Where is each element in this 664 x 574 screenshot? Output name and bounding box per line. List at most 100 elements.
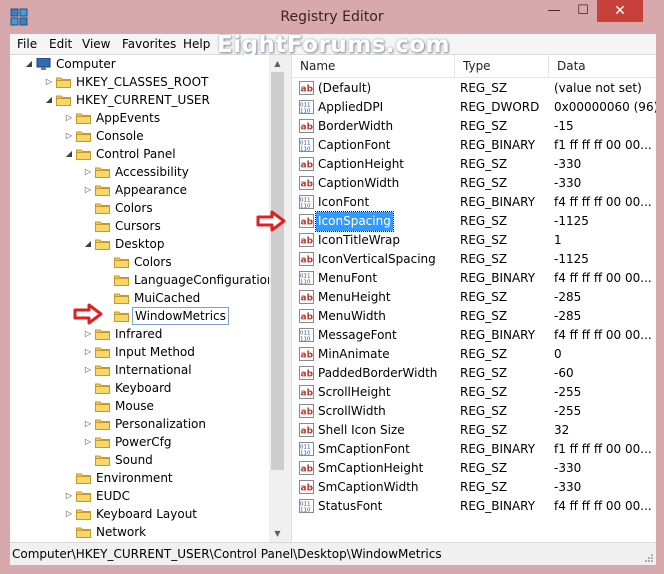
tree-node-label[interactable]: HKEY_CLASSES_ROOT [74,73,210,91]
tree-node-label[interactable]: Sound [113,451,155,469]
value-name: (Default) [318,81,372,95]
expand-chevron-icon[interactable]: ▷ [64,109,74,127]
tree-node-label[interactable]: PowerCfg [113,433,174,451]
tree-node-label[interactable]: Computer [54,55,118,73]
red-arrow-tree-icon [73,303,103,325]
expand-chevron-icon[interactable]: ▷ [64,505,74,523]
value-type: REG_BINARY [460,442,536,456]
collapse-chevron-icon[interactable]: ◢ [44,91,54,109]
column-type-header[interactable]: Type [455,55,549,77]
menu-help[interactable]: Help [183,37,210,51]
tree-node-label[interactable]: Cursors [113,217,163,235]
column-data-header[interactable]: Data [549,55,656,77]
value-row[interactable]: 011 110 SmCaptionFont REG_BINARY f1 ff ff ff… [292,440,656,459]
svg-text:110: 110 [300,109,311,115]
tree-scrollbar[interactable]: ▲ ▼ [269,55,286,542]
collapse-chevron-icon[interactable]: ◢ [64,145,74,163]
menu-favorites[interactable]: Favorites [122,37,176,51]
maximize-button[interactable]: ☐ [569,0,597,22]
value-row[interactable]: 011 110 StatusFont REG_BINARY f4 ff ff ff 00… [292,497,656,516]
tree-node-label[interactable]: Network [94,523,148,541]
value-row[interactable]: ab MenuWidth REG_SZ -285 [292,307,656,326]
value-data: f4 ff ff ff 00 00... [554,271,652,285]
value-row[interactable]: ab IconVerticalSpacing REG_SZ -1125 [292,250,656,269]
expand-chevron-icon[interactable]: ▷ [64,127,74,145]
value-row[interactable]: ab CaptionHeight REG_SZ -330 [292,155,656,174]
value-data: -330 [554,461,582,475]
value-row[interactable]: ab MenuHeight REG_SZ -285 [292,288,656,307]
tree-node-label[interactable]: Environment [94,469,175,487]
expand-chevron-icon[interactable]: ▷ [83,343,93,361]
value-row[interactable]: ab IconSpacing REG_SZ -1125 [292,211,656,232]
value-row[interactable]: ab Shell Icon Size REG_SZ 32 [292,421,656,440]
column-name-header[interactable]: Name [292,55,455,77]
tree-node-label[interactable]: Accessibility [113,163,191,181]
key-tree[interactable]: ◢ Computer ▷ HKEY_CLASSES_ROOT ◢ HKEY_CURRENT… [10,55,269,542]
collapse-chevron-icon[interactable]: ◢ [83,235,93,253]
value-row[interactable]: ab ScrollHeight REG_SZ -255 [292,383,656,402]
expand-chevron-icon[interactable]: ▷ [44,73,54,91]
tree-node-label[interactable]: Input Method [113,343,197,361]
expand-chevron-icon[interactable]: ▷ [83,361,93,379]
minimize-button[interactable]: — [540,0,568,22]
expand-chevron-icon[interactable]: ▷ [83,325,93,343]
tree-node-label[interactable]: Keyboard [113,379,173,397]
expand-chevron-icon[interactable]: ▷ [83,181,93,199]
value-row[interactable]: 011 110 AppliedDPI REG_DWORD 0x00000060 (96) [292,98,656,117]
value-row[interactable]: 011 110 IconFont REG_BINARY f4 ff ff ff 00 0… [292,193,656,212]
scroll-down-icon[interactable]: ▼ [269,525,286,542]
menu-edit[interactable]: Edit [49,37,72,51]
expand-chevron-icon[interactable]: ▷ [83,415,93,433]
tree-node-label[interactable]: LanguageConfiguration [132,271,269,289]
scroll-up-icon[interactable]: ▲ [269,55,286,72]
value-name: SmCaptionHeight [318,461,424,475]
value-type: REG_DWORD [460,100,540,114]
value-row[interactable]: 011 110 CaptionFont REG_BINARY f1 ff ff ff 0… [292,136,656,155]
tree-node-label[interactable]: Infrared [113,325,164,343]
value-row[interactable]: ab BorderWidth REG_SZ -15 [292,117,656,136]
tree-node-label[interactable]: Desktop [113,235,167,253]
tree-node-label[interactable]: Control Panel [94,145,178,163]
svg-text:ab: ab [301,161,314,171]
menu-view[interactable]: View [82,37,110,51]
value-row[interactable]: ab PaddedBorderWidth REG_SZ -60 [292,364,656,383]
tree-node-label[interactable]: HKEY_CURRENT_USER [74,91,212,109]
tree-node-label[interactable]: WindowMetrics [132,307,229,325]
menu-file[interactable]: File [17,37,37,51]
value-type: REG_BINARY [460,138,536,152]
scroll-thumb[interactable] [271,72,284,470]
value-row[interactable]: ab IconTitleWrap REG_SZ 1 [292,231,656,250]
value-type: REG_SZ [460,290,508,304]
tree-node-label[interactable]: Colors [132,253,174,271]
svg-text:ab: ab [301,427,314,437]
value-row[interactable]: 011 110 MessageFont REG_BINARY f4 ff ff ff 0… [292,326,656,345]
tree-node-label[interactable]: Keyboard Layout [94,505,199,523]
folder-icon [95,437,110,448]
tree-node-label[interactable]: International [113,361,194,379]
value-row[interactable]: ab (Default) REG_SZ (value not set) [292,79,656,98]
resize-grip-icon[interactable] [644,553,654,563]
value-row[interactable]: ab SmCaptionHeight REG_SZ -330 [292,459,656,478]
tree-node-label[interactable]: MuiCached [132,289,202,307]
tree-node-label[interactable]: Console [94,127,146,145]
folder-icon [95,167,110,178]
title-bar[interactable]: Registry Editor — ☐ ✕ [0,0,664,34]
value-row[interactable]: ab ScrollWidth REG_SZ -255 [292,402,656,421]
tree-node-label[interactable]: Colors [113,199,155,217]
tree-node-label[interactable]: Mouse [113,397,156,415]
value-row[interactable]: ab SmCaptionWidth REG_SZ -330 [292,478,656,497]
close-button[interactable]: ✕ [597,0,643,22]
value-row[interactable]: 011 110 MenuFont REG_BINARY f4 ff ff ff 00 0… [292,269,656,288]
value-row[interactable]: ab MinAnimate REG_SZ 0 [292,345,656,364]
value-name: PaddedBorderWidth [318,366,438,380]
expand-chevron-icon[interactable]: ▷ [83,163,93,181]
value-data: 1 [554,233,562,247]
expand-chevron-icon[interactable]: ▷ [83,433,93,451]
collapse-chevron-icon[interactable]: ◢ [24,55,34,73]
value-row[interactable]: ab CaptionWidth REG_SZ -330 [292,174,656,193]
expand-chevron-icon[interactable]: ▷ [64,487,74,505]
tree-node-label[interactable]: Personalization [113,415,208,433]
tree-node-label[interactable]: AppEvents [94,109,162,127]
tree-node-label[interactable]: EUDC [94,487,132,505]
tree-node-label[interactable]: Appearance [113,181,189,199]
